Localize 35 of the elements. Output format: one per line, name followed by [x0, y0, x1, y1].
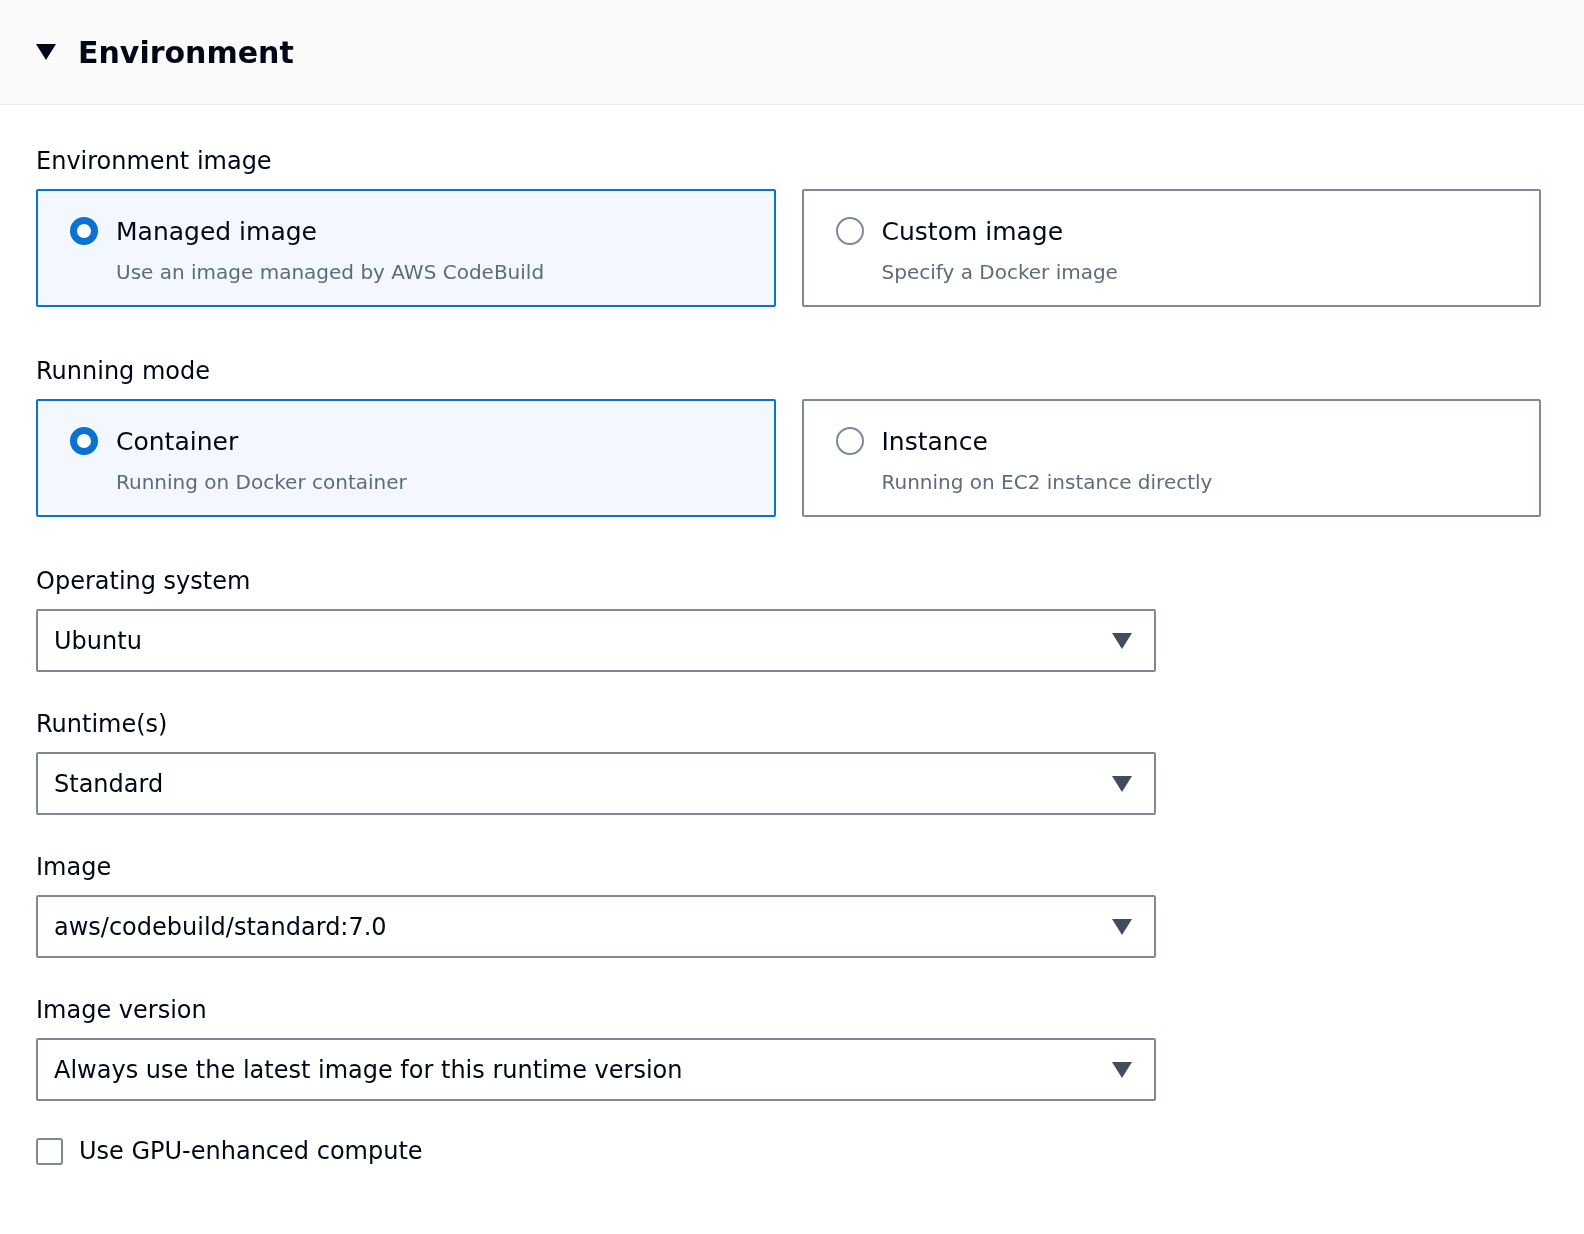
- dropdown-caret-icon: [1112, 1061, 1132, 1078]
- section-title: Environment: [78, 33, 294, 72]
- option-title: Custom image: [881, 216, 1065, 248]
- checkbox[interactable]: [36, 1137, 63, 1165]
- dropdown-caret-icon: [1112, 632, 1132, 649]
- section-header[interactable]: Environment: [0, 0, 1584, 105]
- field-label: Running mode: [36, 356, 212, 387]
- field-label: Environment image: [36, 146, 273, 177]
- option-title: Container: [116, 426, 240, 458]
- field-label: Runtime(s): [36, 709, 169, 740]
- radio-tile[interactable]: Managed image Use an image managed by AWS CodeBuild: [36, 189, 776, 307]
- radio-tile[interactable]: Custom image Specify a Docker image: [801, 189, 1541, 307]
- radio-button[interactable]: [70, 217, 98, 245]
- option-description: Running on EC2 instance directly: [881, 468, 1213, 496]
- caret-icon: [36, 44, 56, 60]
- radio-button[interactable]: [70, 427, 98, 455]
- dropdown-caret-icon: [1112, 775, 1132, 792]
- radio-button[interactable]: [835, 427, 864, 455]
- field-label: Image: [36, 852, 113, 883]
- option-description: Running on Docker container: [116, 468, 407, 496]
- field-label: Operating system: [36, 566, 252, 597]
- radio-tile[interactable]: Instance Running on EC2 instance directly: [801, 399, 1541, 517]
- radio-button[interactable]: [835, 217, 864, 245]
- radio-tile[interactable]: Container Running on Docker container: [36, 399, 776, 517]
- select-field[interactable]: Ubuntu: [36, 609, 1156, 672]
- option-title: Instance: [881, 426, 989, 458]
- checkbox-label: Use GPU-enhanced compute: [79, 1136, 423, 1167]
- field-label: Image version: [36, 995, 208, 1026]
- select-field[interactable]: Always use the latest image for this runtime version: [36, 1038, 1156, 1101]
- option-title: Managed image: [116, 216, 318, 248]
- select-field[interactable]: aws/codebuild/standard:7.0: [36, 895, 1156, 958]
- option-description: Use an image managed by AWS CodeBuild: [116, 258, 545, 286]
- dropdown-caret-icon: [1112, 918, 1132, 935]
- option-description: Specify a Docker image: [881, 258, 1118, 286]
- select-field[interactable]: Standard: [36, 752, 1156, 815]
